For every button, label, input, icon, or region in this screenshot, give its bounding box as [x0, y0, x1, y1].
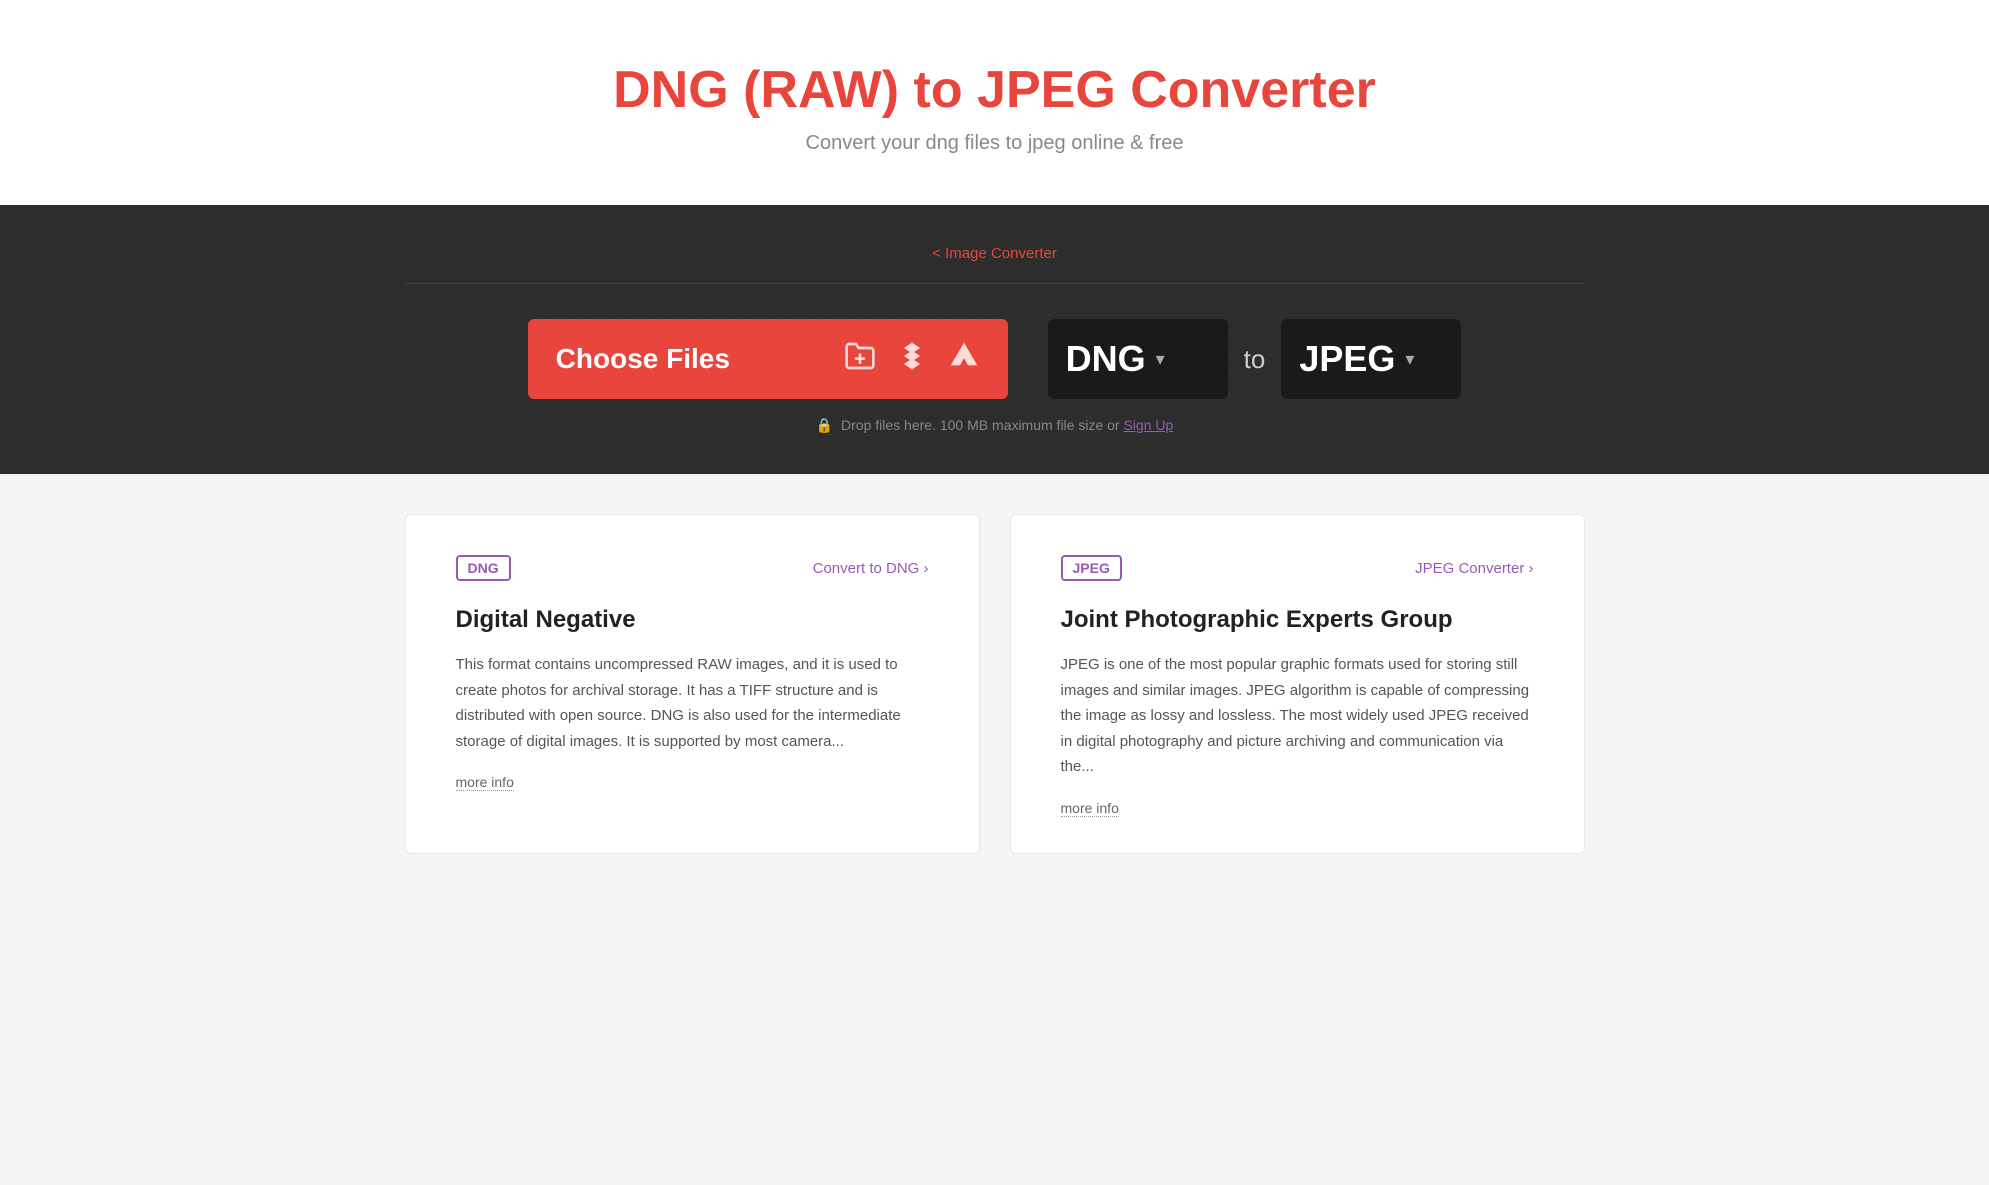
- jpeg-info-card: JPEG JPEG Converter Joint Photographic E…: [1010, 514, 1585, 854]
- page-title: DNG (RAW) to JPEG Converter: [20, 60, 1969, 120]
- dng-more-info-link[interactable]: more info: [456, 774, 514, 791]
- page-container: DNG (RAW) to JPEG Converter Convert your…: [0, 0, 1989, 894]
- to-format-label: JPEG: [1299, 338, 1395, 380]
- header-section: DNG (RAW) to JPEG Converter Convert your…: [0, 0, 1989, 205]
- converter-controls: Choose Files: [405, 319, 1585, 399]
- converter-section: Image Converter Choose Files: [0, 205, 1989, 474]
- dng-badge: DNG: [456, 555, 511, 581]
- from-format-chevron-icon: ▾: [1156, 349, 1165, 370]
- jpeg-card-description: JPEG is one of the most popular graphic …: [1061, 652, 1534, 780]
- converter-inner: Image Converter Choose Files: [345, 245, 1645, 434]
- breadcrumb-link[interactable]: Image Converter: [932, 245, 1057, 262]
- drop-zone-text: 🔒 Drop files here. 100 MB maximum file s…: [405, 417, 1585, 434]
- choose-files-button[interactable]: Choose Files: [528, 319, 1008, 399]
- jpeg-card-title: Joint Photographic Experts Group: [1061, 606, 1534, 634]
- dng-card-header: DNG Convert to DNG: [456, 555, 929, 581]
- jpeg-card-header: JPEG JPEG Converter: [1061, 555, 1534, 581]
- lock-icon: 🔒: [816, 417, 833, 433]
- page-subtitle: Convert your dng files to jpeg online & …: [20, 132, 1969, 155]
- from-format-label: DNG: [1066, 338, 1146, 380]
- folder-icon: [844, 340, 876, 379]
- jpeg-more-info-link[interactable]: more info: [1061, 800, 1119, 817]
- to-format-box[interactable]: JPEG ▾: [1281, 319, 1461, 399]
- dropbox-icon[interactable]: [896, 340, 928, 379]
- choose-files-label: Choose Files: [556, 343, 824, 375]
- info-cards-section: DNG Convert to DNG Digital Negative This…: [345, 474, 1645, 894]
- to-format-chevron-icon: ▾: [1405, 349, 1414, 370]
- dropzone-label: Drop files here. 100 MB maximum file siz…: [841, 417, 1120, 433]
- google-drive-icon[interactable]: [948, 340, 980, 379]
- from-format-box[interactable]: DNG ▾: [1048, 319, 1228, 399]
- format-selector: DNG ▾ to JPEG ▾: [1048, 319, 1462, 399]
- jpeg-converter-link[interactable]: JPEG Converter: [1415, 560, 1533, 577]
- signup-link[interactable]: Sign Up: [1123, 417, 1173, 433]
- dng-card-description: This format contains uncompressed RAW im…: [456, 652, 929, 754]
- jpeg-badge: JPEG: [1061, 555, 1122, 581]
- dng-info-card: DNG Convert to DNG Digital Negative This…: [405, 514, 980, 854]
- convert-to-dng-link[interactable]: Convert to DNG: [813, 560, 929, 577]
- to-label: to: [1244, 344, 1266, 375]
- dng-card-title: Digital Negative: [456, 606, 929, 634]
- breadcrumb-bar: Image Converter: [405, 245, 1585, 284]
